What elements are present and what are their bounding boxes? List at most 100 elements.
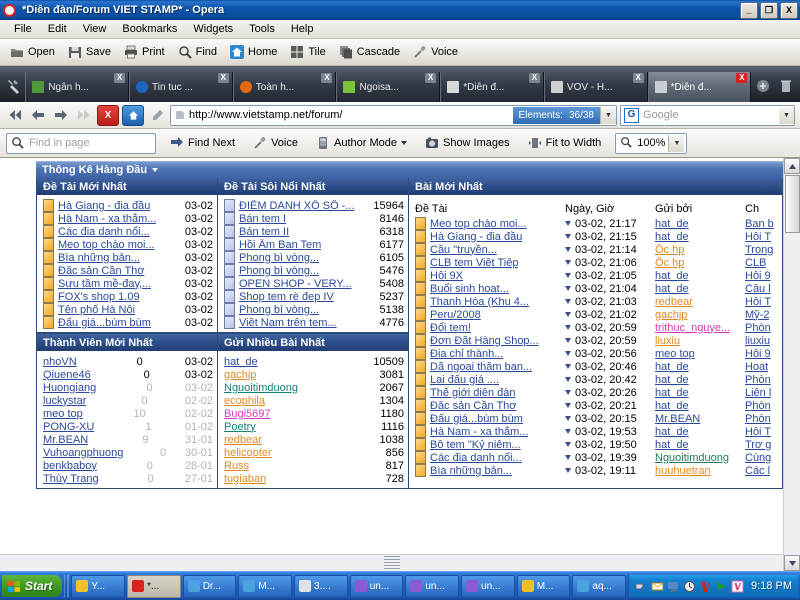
tab-close-icon[interactable]: X bbox=[632, 73, 644, 83]
topic-link[interactable]: FOX's shop 1.09 bbox=[58, 291, 140, 303]
list-item[interactable]: gachjp 3081 bbox=[224, 368, 404, 381]
post-author-link[interactable]: hat_de bbox=[655, 283, 745, 295]
find-next-button[interactable]: Find Next bbox=[166, 134, 239, 152]
post-topic-link[interactable]: Buổi sinh hoat... bbox=[430, 283, 509, 295]
taskbar-item[interactable]: M... bbox=[238, 574, 293, 598]
post-forum-link[interactable]: liuxiu bbox=[745, 335, 770, 347]
tab-close-icon[interactable]: X bbox=[736, 73, 748, 83]
taskbar-item[interactable]: aq... bbox=[572, 574, 627, 598]
play-green-icon[interactable] bbox=[715, 580, 728, 593]
post-topic-link[interactable]: Hà Giang - đia đầu bbox=[430, 231, 522, 243]
post-author-link[interactable]: liuxiu bbox=[655, 335, 745, 347]
goto-last-post-icon[interactable] bbox=[565, 429, 571, 434]
list-item[interactable]: Bugi5697 1180 bbox=[224, 407, 404, 420]
post-topic-link[interactable]: Meo top chào moi... bbox=[430, 218, 527, 230]
post-author-link[interactable]: hat_de bbox=[655, 231, 745, 243]
list-item[interactable]: Các đia danh nổi... 03-02 bbox=[43, 225, 213, 238]
taskbar-clock[interactable]: 9:18 PM bbox=[751, 580, 792, 592]
goto-last-post-icon[interactable] bbox=[565, 247, 571, 252]
post-author-link[interactable]: hat_de bbox=[655, 439, 745, 451]
member-link[interactable]: meo top bbox=[43, 408, 83, 420]
search-bar[interactable]: G Google ▼ bbox=[620, 104, 795, 126]
mail-icon[interactable] bbox=[651, 580, 664, 593]
table-row[interactable]: Thanh Hóa (Khu 4... 03-02, 21:03 redbear Hô… bbox=[415, 295, 778, 308]
topic-link[interactable]: OPEN SHOP - VERY... bbox=[239, 278, 352, 290]
post-topic-link[interactable]: Thanh Hóa (Khu 4... bbox=[430, 296, 529, 308]
post-forum-link[interactable]: Trơ g bbox=[745, 439, 771, 451]
post-topic-link[interactable]: Đăc sản Cần Thơ bbox=[430, 400, 517, 412]
list-item[interactable]: ĐIỂM DANH XỔ SỐ -... 15964 bbox=[224, 199, 404, 212]
table-row[interactable]: Cầu "truyền... 03-02, 21:14 Ốc hp Trong bbox=[415, 243, 778, 256]
taskbar-item[interactable]: un... bbox=[349, 574, 404, 598]
list-item[interactable]: Phong bì vòng... 6105 bbox=[224, 251, 404, 264]
member-link[interactable]: helicopter bbox=[224, 447, 272, 459]
taskbar-item[interactable]: 3.... bbox=[294, 574, 348, 598]
browser-tab[interactable]: Tin tuc ... X bbox=[129, 72, 233, 102]
restore-button[interactable]: ❐ bbox=[760, 1, 778, 19]
taskbar-item[interactable]: *... bbox=[127, 574, 181, 598]
member-link[interactable]: Huongiang bbox=[43, 382, 96, 394]
display-icon[interactable] bbox=[667, 580, 680, 593]
v-pink-icon[interactable] bbox=[731, 580, 744, 593]
goto-last-post-icon[interactable] bbox=[565, 234, 571, 239]
chevron-down-icon[interactable]: ▼ bbox=[668, 134, 685, 152]
zoom-control[interactable]: 100% ▼ bbox=[615, 132, 688, 154]
goto-last-post-icon[interactable] bbox=[565, 221, 571, 226]
post-author-link[interactable]: hat_de bbox=[655, 387, 745, 399]
topic-link[interactable]: Tên phố Hà Nôi bbox=[58, 304, 135, 316]
list-item[interactable]: tugiaban 728 bbox=[224, 472, 404, 485]
print-button[interactable]: Print bbox=[120, 42, 172, 62]
list-item[interactable]: FOX's shop 1.09 03-02 bbox=[43, 290, 213, 303]
show-images-button[interactable]: Show Images bbox=[421, 134, 514, 152]
member-link[interactable]: hat_de bbox=[224, 356, 258, 368]
post-author-link[interactable]: meo top bbox=[655, 348, 745, 360]
horizontal-scrollbar[interactable] bbox=[0, 554, 783, 571]
back-button[interactable] bbox=[28, 106, 48, 125]
find-button[interactable]: Find bbox=[174, 42, 224, 62]
scroll-up-button[interactable] bbox=[784, 158, 800, 174]
wrench-icon[interactable] bbox=[2, 70, 25, 102]
topic-link[interactable]: Đăc sản Cần Thơ bbox=[58, 265, 145, 277]
tab-close-icon[interactable]: X bbox=[425, 73, 437, 83]
goto-last-post-icon[interactable] bbox=[565, 325, 571, 330]
goto-last-post-icon[interactable] bbox=[565, 299, 571, 304]
post-author-link[interactable]: Mr.BEAN bbox=[655, 413, 745, 425]
topic-link[interactable]: Shop tem rè đep IV bbox=[239, 291, 334, 303]
rewind-button[interactable] bbox=[5, 106, 25, 125]
menu-item-bookmarks[interactable]: Bookmarks bbox=[114, 22, 185, 36]
topic-link[interactable]: Đấu giá...bùm bùm bbox=[58, 317, 151, 329]
author-mode-button[interactable]: Author Mode bbox=[312, 134, 411, 152]
member-link[interactable]: Poetry bbox=[224, 421, 256, 433]
browser-tab[interactable]: Ngân h... X bbox=[25, 72, 130, 102]
goto-last-post-icon[interactable] bbox=[565, 390, 571, 395]
member-link[interactable]: ecophila bbox=[224, 395, 265, 407]
list-item[interactable]: OPEN SHOP - VERY... 5408 bbox=[224, 277, 404, 290]
scrollbar-grip[interactable] bbox=[383, 556, 400, 570]
taskbar-item[interactable]: un... bbox=[405, 574, 460, 598]
topic-link[interactable]: Các đia danh nổi... bbox=[58, 226, 150, 238]
list-item[interactable]: Đấu giá...bùm bùm 03-02 bbox=[43, 316, 213, 329]
save-button[interactable]: Save bbox=[64, 42, 118, 62]
list-item[interactable]: nhoVN 0 03-02 bbox=[43, 355, 213, 368]
post-author-link[interactable]: redbear bbox=[655, 296, 745, 308]
goto-last-post-icon[interactable] bbox=[565, 403, 571, 408]
member-link[interactable]: Mr.BEAN bbox=[43, 434, 88, 446]
address-bar[interactable]: http://www.vietstamp.net/forum/ Elements… bbox=[170, 104, 617, 126]
post-topic-link[interactable]: Các đia danh nổi... bbox=[430, 452, 522, 464]
topic-link[interactable]: Viêt Nam trên tem... bbox=[239, 317, 337, 329]
topic-link[interactable]: Meo top chào moi... bbox=[58, 239, 155, 251]
list-item[interactable]: Shop tem rè đep IV 5237 bbox=[224, 290, 404, 303]
member-link[interactable]: Russ bbox=[224, 460, 249, 472]
table-row[interactable]: Hà Nam - xa thẳm... 03-02, 19:53 hat_de Hôi… bbox=[415, 425, 778, 438]
stats-header-bar[interactable]: Thông Kê Hàng Đầu bbox=[36, 161, 783, 178]
search-input[interactable]: Google bbox=[643, 109, 779, 121]
topic-link[interactable]: Phong bì vòng... bbox=[239, 252, 319, 264]
list-item[interactable]: Hồi Âm Ban Tem 6177 bbox=[224, 238, 404, 251]
table-row[interactable]: Đấu giá...bùm bùm 03-02, 20:15 Mr.BEAN Phòn bbox=[415, 412, 778, 425]
post-author-link[interactable]: gachjp bbox=[655, 309, 745, 321]
browser-tab-active[interactable]: *Diễn đ... X bbox=[647, 72, 752, 102]
member-link[interactable]: Qiuene46 bbox=[43, 369, 91, 381]
table-row[interactable]: Hà Giang - đia đầu 03-02, 21:15 hat_de Hôi … bbox=[415, 230, 778, 243]
post-forum-link[interactable]: Cùng bbox=[745, 452, 771, 464]
post-author-link[interactable]: hat_de bbox=[655, 218, 745, 230]
